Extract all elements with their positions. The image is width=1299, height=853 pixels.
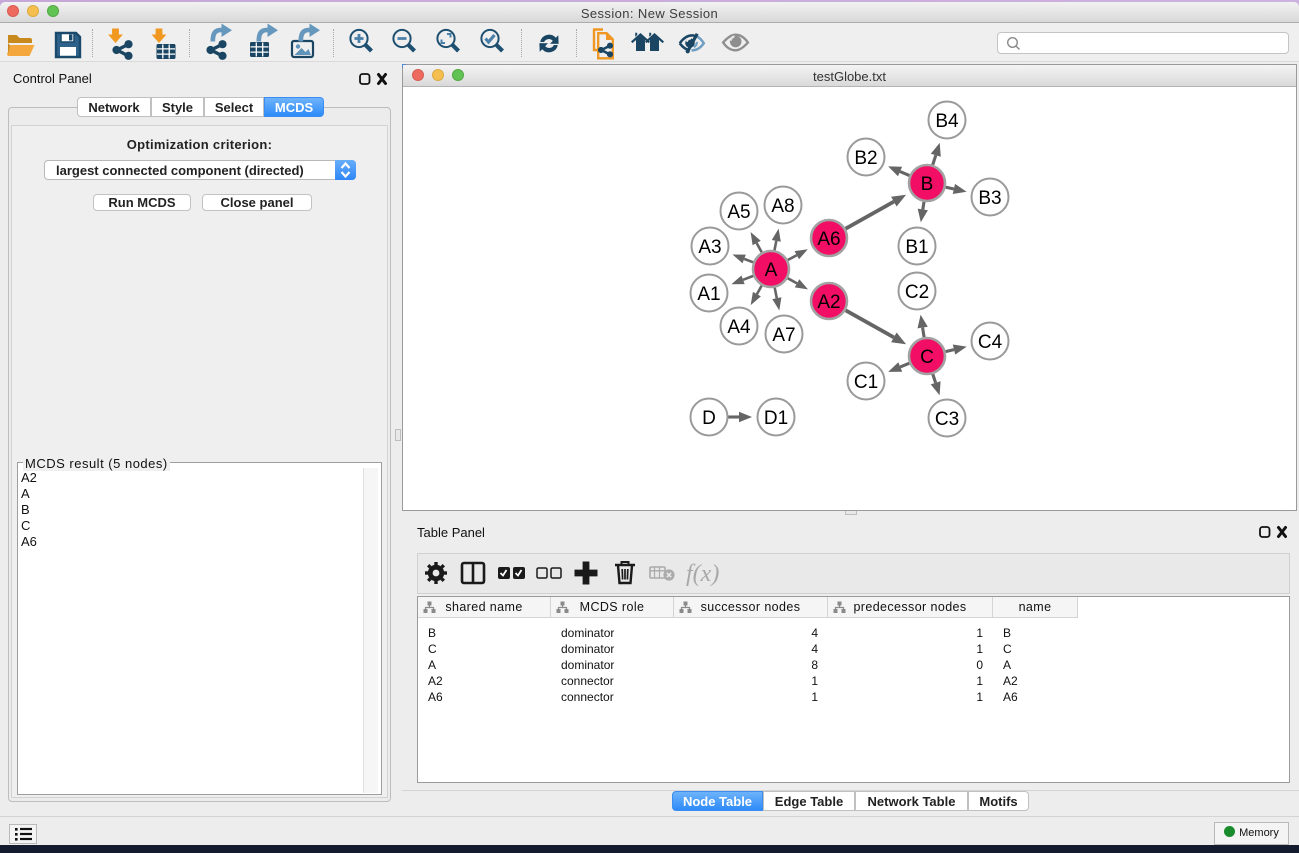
- svg-text:A7: A7: [772, 325, 795, 346]
- svg-text:A1: A1: [697, 284, 720, 305]
- svg-text:A5: A5: [727, 202, 750, 223]
- svg-text:C3: C3: [935, 409, 959, 430]
- svg-text:B: B: [921, 174, 934, 195]
- svg-text:A: A: [765, 260, 778, 281]
- svg-text:A2: A2: [817, 292, 840, 313]
- svg-text:C1: C1: [854, 372, 878, 393]
- svg-text:A3: A3: [698, 237, 721, 258]
- svg-text:A6: A6: [817, 229, 840, 250]
- svg-text:C4: C4: [978, 332, 1003, 353]
- svg-text:C: C: [920, 347, 934, 368]
- svg-text:B4: B4: [935, 111, 959, 132]
- svg-text:C2: C2: [905, 282, 929, 303]
- svg-text:f(x): f(x): [686, 561, 719, 587]
- svg-text:A8: A8: [771, 196, 794, 217]
- svg-text:D1: D1: [764, 408, 788, 429]
- svg-text:D: D: [702, 408, 716, 429]
- svg-text:B3: B3: [978, 188, 1001, 209]
- svg-text:A4: A4: [727, 317, 751, 338]
- svg-text:B2: B2: [854, 148, 877, 169]
- svg-text:B1: B1: [905, 237, 928, 258]
